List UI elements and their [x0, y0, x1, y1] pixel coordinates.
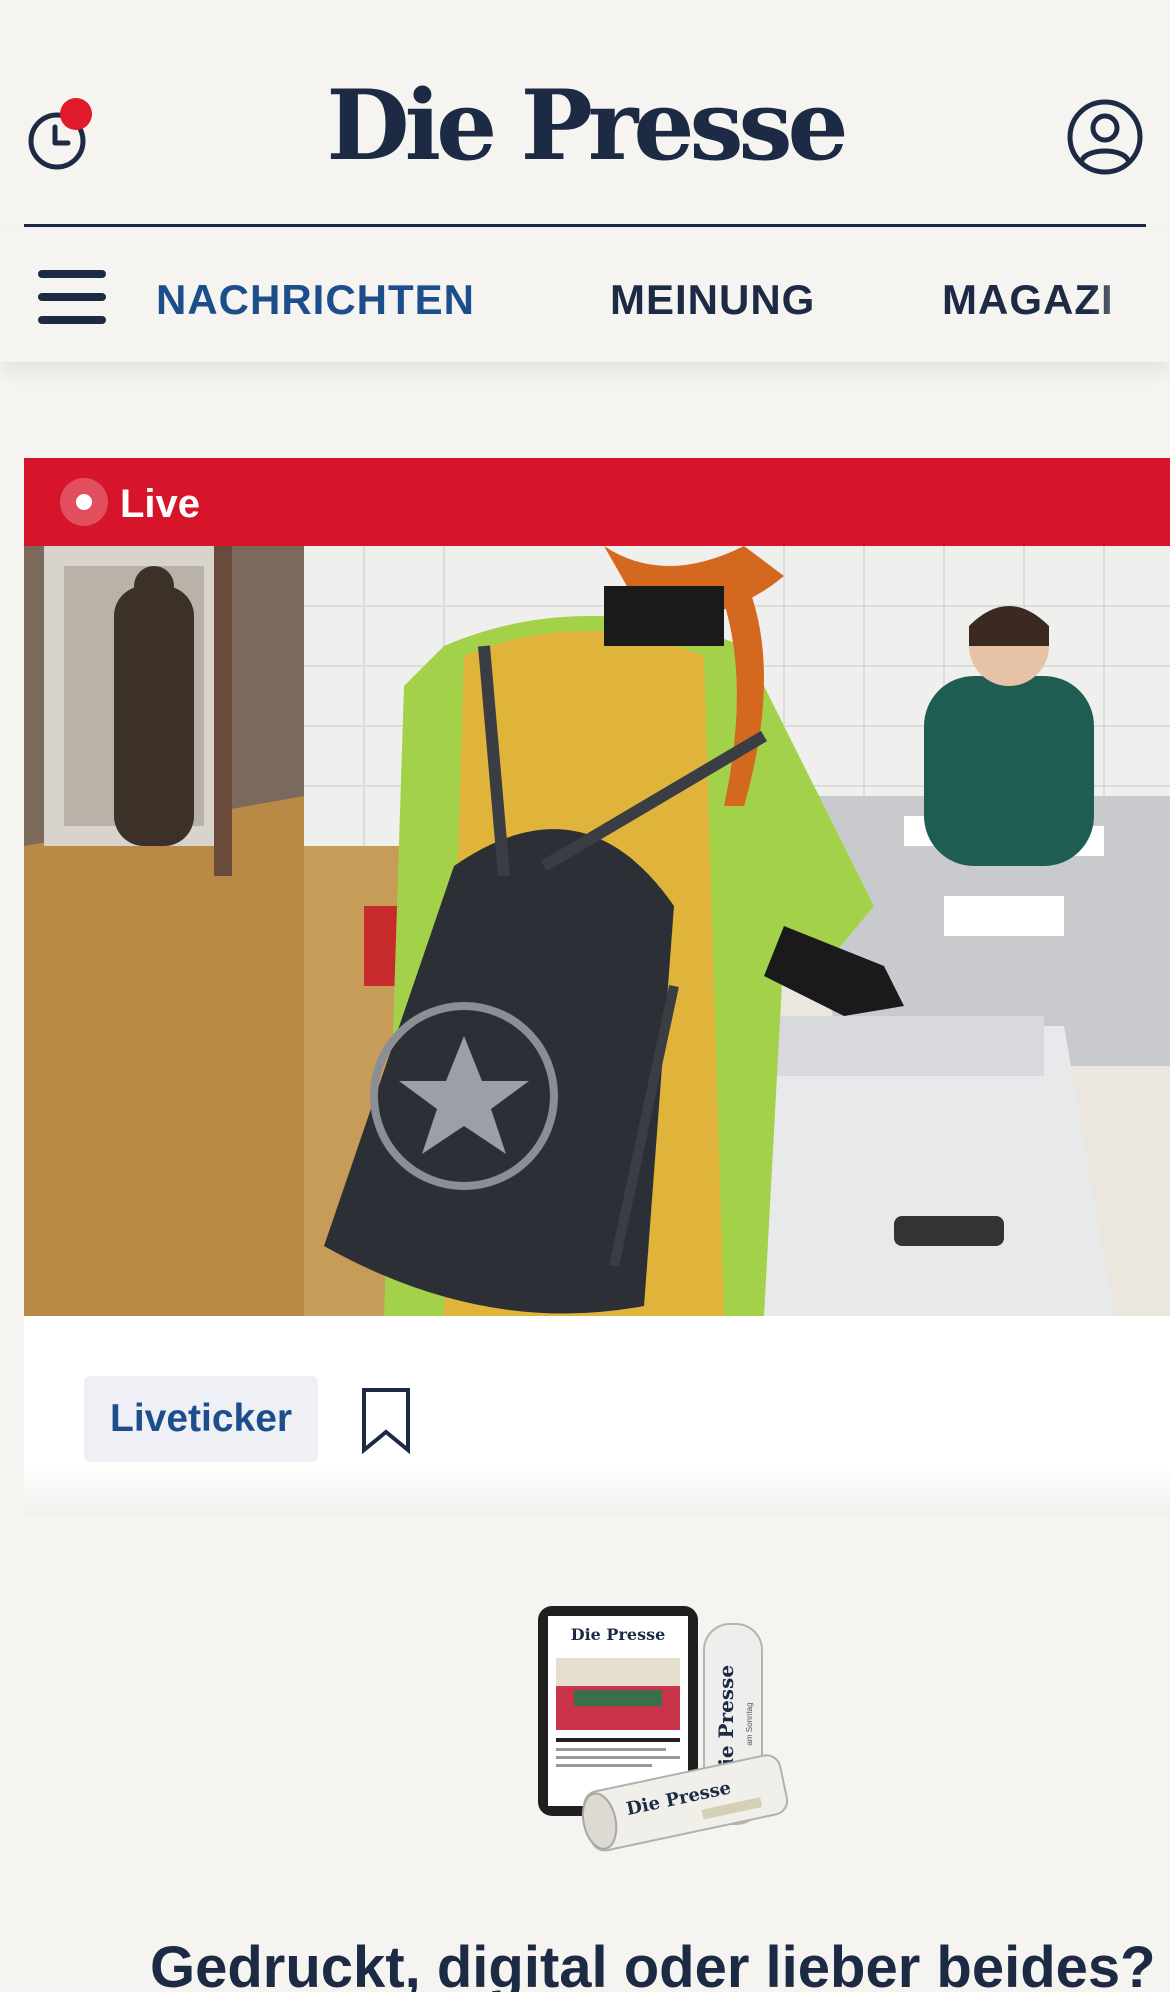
header-divider	[24, 224, 1146, 227]
bookmark-button[interactable]	[358, 1386, 414, 1456]
print-and-digital-illustration: Die Presse am Sonntag Die Presse Die Pre…	[530, 1604, 790, 1864]
live-banner: Live	[24, 458, 1170, 546]
promo-title: Gedruckt, digital oder lieber beides?	[150, 1935, 1156, 1992]
nav-scroll-fade	[1090, 228, 1170, 362]
article-hero-image[interactable]	[24, 546, 1170, 1316]
nav-item-nachrichten[interactable]: NACHRICHTEN	[156, 276, 475, 324]
menu-button[interactable]	[38, 270, 106, 324]
live-label: Live	[120, 482, 201, 526]
top-header: Die Presse	[0, 0, 1170, 228]
liveticker-tag[interactable]: Liveticker	[84, 1376, 319, 1462]
hamburger-menu-icon	[38, 270, 106, 278]
user-circle-icon	[1067, 99, 1143, 175]
main-navigation: NACHRICHTEN MEINUNG MAGAZI	[0, 228, 1170, 362]
card-bottom-fade	[24, 1468, 1170, 1514]
roll-sub-text: am Sonntag	[745, 1702, 754, 1745]
tablet-brand-text: Die Presse	[571, 1625, 666, 1644]
account-button[interactable]	[1066, 98, 1144, 176]
page: Die Presse NACHRICHTEN MEINUNG MAGAZI Li	[0, 0, 1170, 1992]
nav-item-magazin[interactable]: MAGAZI	[942, 276, 1114, 324]
brand-logo[interactable]: Die Presse	[0, 78, 1170, 174]
nav-item-meinung[interactable]: MEINUNG	[610, 276, 815, 324]
bookmark-icon	[362, 1388, 410, 1455]
subscription-promo: Die Presse am Sonntag Die Presse Die Pre…	[0, 1514, 1170, 1992]
live-article-card[interactable]: Live Liveticker	[24, 458, 1170, 1514]
live-indicator-icon	[60, 478, 108, 526]
